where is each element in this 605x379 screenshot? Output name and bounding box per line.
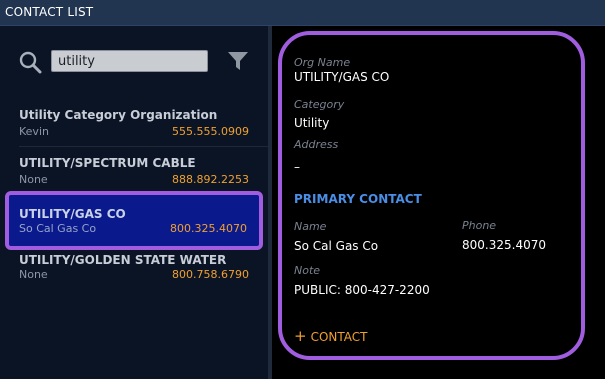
list-item-contact: None xyxy=(19,173,48,186)
add-contact-button[interactable]: + CONTACT xyxy=(294,327,367,345)
list-item-phone: 888.892.2253 xyxy=(172,173,249,186)
category-value: Utility xyxy=(294,116,330,130)
add-contact-label: CONTACT xyxy=(310,330,368,344)
search-input[interactable] xyxy=(51,50,208,72)
list-item-contact: Kevin xyxy=(19,125,49,138)
search-icon[interactable] xyxy=(18,50,42,74)
list-item-name: UTILITY/GOLDEN STATE WATER xyxy=(19,253,227,267)
address-value: – xyxy=(294,160,300,174)
window-title: CONTACT LIST xyxy=(5,5,94,19)
list-item-phone: 800.325.4070 xyxy=(170,222,247,235)
list-item-name: Utility Category Organization xyxy=(19,108,218,122)
org-name-value: UTILITY/GAS CO xyxy=(294,70,390,84)
primary-contact-heading: PRIMARY CONTACT xyxy=(294,192,422,206)
contact-name-label: Name xyxy=(294,220,327,233)
list-item[interactable]: UTILITY/GOLDEN STATE WATER None 800.758.… xyxy=(0,243,268,291)
org-name-label: Org Name xyxy=(294,56,351,69)
category-label: Category xyxy=(294,98,345,111)
note-label: Note xyxy=(294,264,321,277)
contact-phone-label: Phone xyxy=(462,219,497,232)
list-item-contact: So Cal Gas Co xyxy=(19,222,97,235)
list-item[interactable]: UTILITY/SPECTRUM CABLE None 888.892.2253 xyxy=(0,147,268,195)
list-item-contact: None xyxy=(19,268,48,281)
contact-detail-panel: Org Name UTILITY/GAS CO Category Utility… xyxy=(278,31,585,360)
panel-divider[interactable] xyxy=(268,26,272,379)
filter-icon[interactable] xyxy=(227,50,249,72)
list-item-phone: 800.758.6790 xyxy=(172,268,249,281)
list-item-name: UTILITY/GAS CO xyxy=(19,207,126,221)
list-item-phone: 555.555.0909 xyxy=(172,125,249,138)
note-value: PUBLIC: 800-427-2200 xyxy=(294,283,430,297)
contact-name-value: So Cal Gas Co xyxy=(294,239,379,253)
title-bar: CONTACT LIST xyxy=(0,0,605,26)
plus-icon: + xyxy=(294,327,307,345)
list-item-selected[interactable]: UTILITY/GAS CO So Cal Gas Co 800.325.407… xyxy=(5,191,263,250)
list-item[interactable]: Utility Category Organization Kevin 555.… xyxy=(0,99,268,147)
contact-phone-value: 800.325.4070 xyxy=(462,238,546,252)
address-label: Address xyxy=(294,138,339,151)
list-item-name: UTILITY/SPECTRUM CABLE xyxy=(19,156,196,170)
